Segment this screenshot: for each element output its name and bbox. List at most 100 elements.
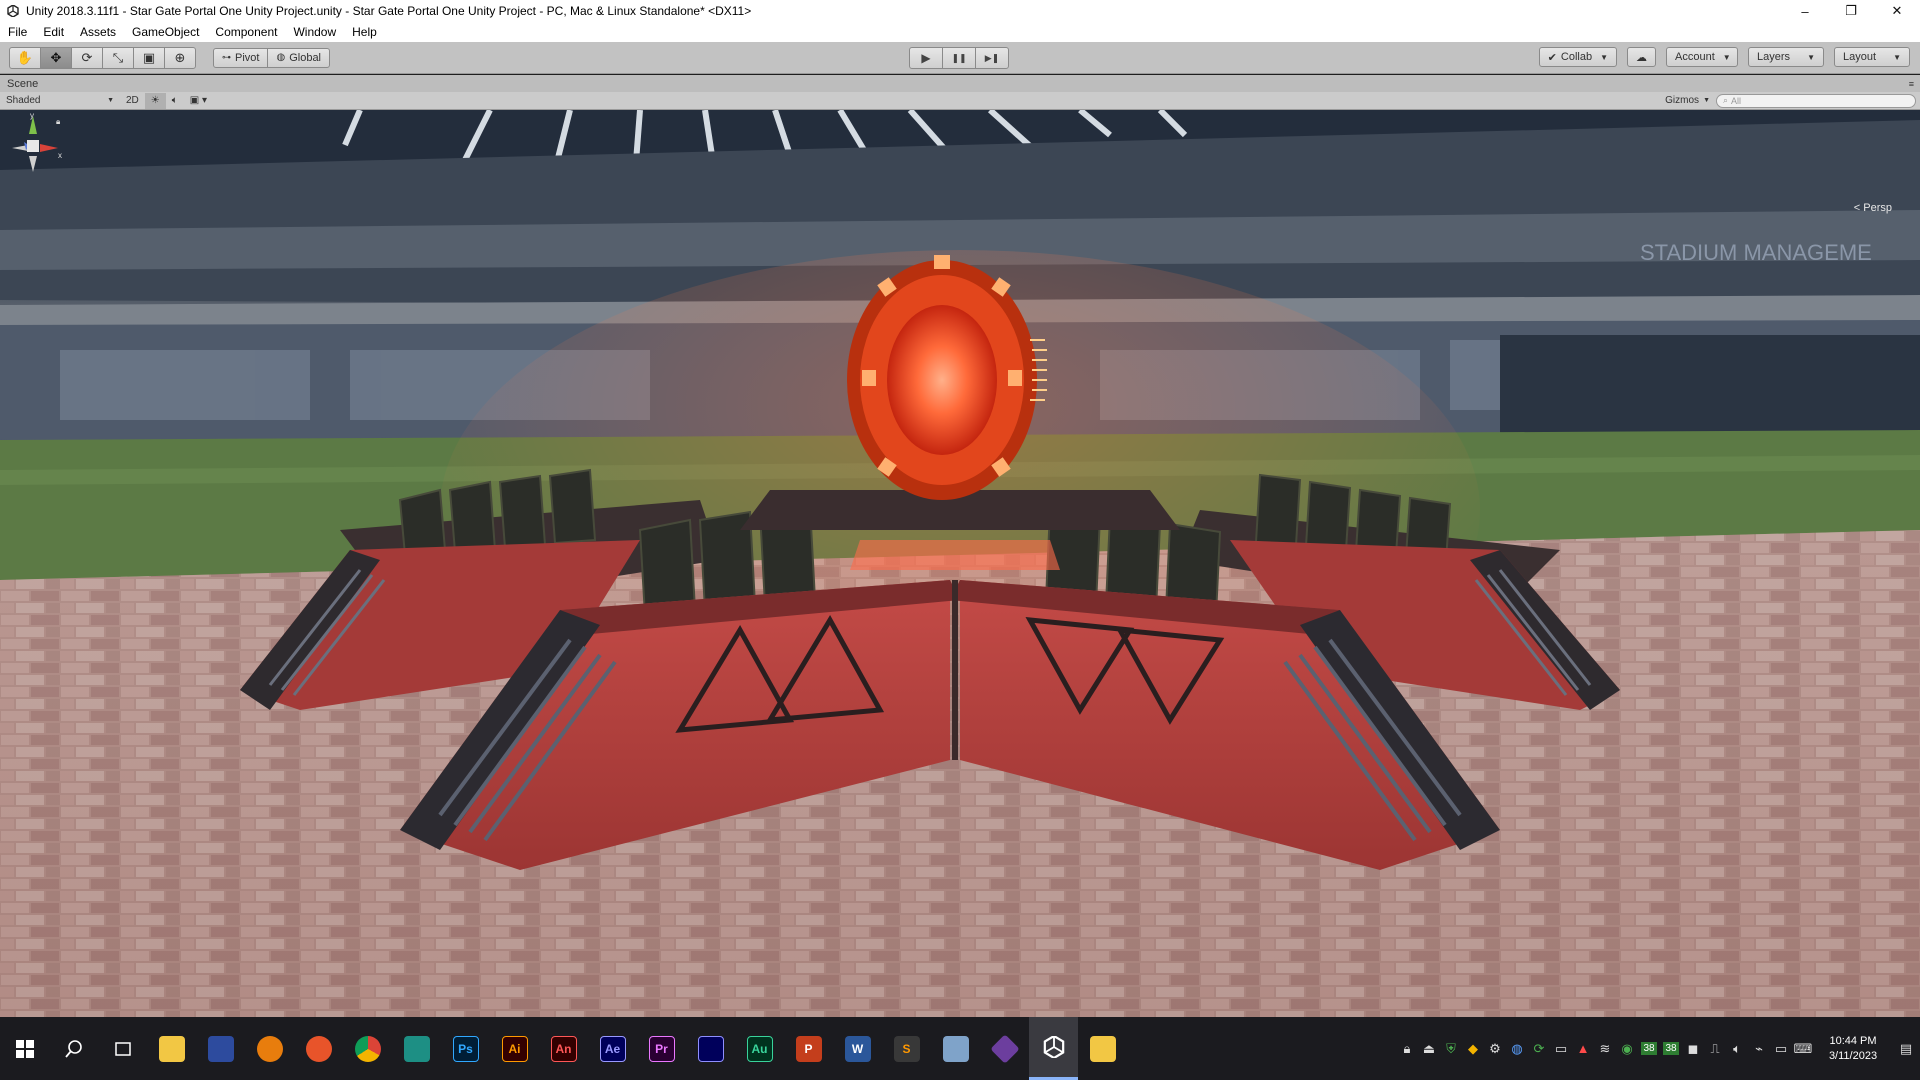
collab-dropdown[interactable]: ✔ Collab ▼ [1538,47,1617,67]
menu-component[interactable]: Component [207,22,285,42]
tray-globe-icon[interactable]: ◍ [1506,1017,1528,1080]
windows-taskbar: Ps Ai An Ae Pr Au P W S 🔒︎ ⏏ ⛨ ◆ ⚙ ◍ ⟳ ▭… [0,1017,1920,1080]
scale-tool-icon[interactable]: ⤡ [102,46,134,69]
taskbar-app-15[interactable]: S [882,1017,931,1080]
tray-shield-icon[interactable]: ⛨ [1440,1017,1462,1080]
rect-tool-icon[interactable]: ▣ [133,46,165,69]
pivot-icon: ⊶ [222,52,231,62]
tray-display-icon[interactable]: ▭ [1550,1017,1572,1080]
tray-usb-drive-icon[interactable]: ⎍ [1704,1017,1726,1080]
hand-tool-icon[interactable]: ✋ [9,46,41,69]
menu-edit[interactable]: Edit [35,22,72,42]
taskbar-app-6[interactable]: Ps [441,1017,490,1080]
layout-dropdown[interactable]: Layout ▼ [1834,47,1910,67]
notification-center-icon[interactable]: ▤ [1892,1017,1920,1080]
play-controls: ▶ ❚❚ ▶❚ [909,47,1009,69]
pivot-button[interactable]: ⊶ Pivot [213,47,269,68]
tray-chat-icon[interactable]: ◼ [1682,1017,1704,1080]
minimize-button[interactable]: – [1782,0,1828,22]
shading-mode-label: Shaded [6,95,41,106]
tray-update-icon[interactable]: ◉ [1616,1017,1638,1080]
rotate-tool-icon[interactable]: ⟳ [71,46,103,69]
taskbar-clock[interactable]: 10:44 PM 3/11/2023 [1814,1034,1892,1064]
tray-lock-icon[interactable]: 🔒︎ [1396,1017,1418,1080]
taskbar-app-8[interactable]: An [539,1017,588,1080]
menu-assets[interactable]: Assets [72,22,124,42]
start-button[interactable] [0,1017,49,1080]
photoshop-icon: Ps [452,1035,479,1062]
tray-volume-icon[interactable]: 🔈︎ [1726,1017,1748,1080]
tray-network-icon[interactable]: ⚙ [1484,1017,1506,1080]
search-button[interactable] [49,1017,98,1080]
taskbar-app-9[interactable]: Ae [588,1017,637,1080]
taskbar-app-13[interactable]: P [784,1017,833,1080]
tray-adobe-icon[interactable]: ▲ [1572,1017,1594,1080]
winrar-icon [989,1033,1020,1064]
clock-time: 10:44 PM [1829,1034,1877,1047]
scene-orientation-gizmo[interactable]: y x 🔒︎ [0,110,66,190]
taskbar-app-10[interactable]: Pr [637,1017,686,1080]
taskbar-app-0[interactable] [147,1017,196,1080]
tray-battery-icon[interactable]: ▭ [1770,1017,1792,1080]
tray-usb-icon[interactable]: ⏏ [1418,1017,1440,1080]
toggle-2d-button[interactable]: 2D [120,93,145,109]
camera-projection-label[interactable]: < Persp [1854,202,1892,214]
tab-scene[interactable]: Scene [0,78,38,90]
step-button[interactable]: ▶❚ [975,47,1009,69]
checkmark-icon: ✔ [1547,51,1557,64]
tray-app-icon[interactable]: ◆ [1462,1017,1484,1080]
tray-wifi-icon[interactable]: ≋ [1594,1017,1616,1080]
tray-sync-icon[interactable]: ⟳ [1528,1017,1550,1080]
transform-tool-icon[interactable]: ⊕ [164,46,196,69]
firefox-icon [305,1035,332,1062]
close-button[interactable]: ✕ [1874,0,1920,22]
menu-file[interactable]: File [0,22,35,42]
tray-badge-1[interactable]: 38 [1638,1017,1660,1080]
taskbar-app-4[interactable] [343,1017,392,1080]
account-dropdown[interactable]: Account ▼ [1666,47,1738,67]
cloud-button[interactable]: ☁ [1627,47,1656,67]
shading-mode-dropdown[interactable]: Shaded ▼ [0,93,120,109]
taskbar-app-19[interactable] [1078,1017,1127,1080]
pause-button[interactable]: ❚❚ [942,47,976,69]
restore-button[interactable]: ❐ [1828,0,1874,22]
powerpoint-icon: P [795,1035,822,1062]
app-icon [403,1035,430,1062]
pivot-toggles: ⊶ Pivot ◍ Global [213,47,330,68]
tray-mic-icon[interactable]: ⌁ [1748,1017,1770,1080]
menu-window[interactable]: Window [285,22,344,42]
taskbar-app-3[interactable] [294,1017,343,1080]
app-launcher-icon [207,1035,234,1062]
task-view-button[interactable] [98,1017,147,1080]
taskbar-app-11[interactable] [686,1017,735,1080]
taskbar-app-12[interactable]: Au [735,1017,784,1080]
move-tool-icon[interactable]: ✥ [40,46,72,69]
taskbar-app-17[interactable] [980,1017,1029,1080]
search-icon: ⌕ [1723,95,1729,105]
tab-menu-icon[interactable]: ≡ [1909,79,1914,89]
global-button[interactable]: ◍ Global [267,47,330,68]
taskbar-app-5[interactable] [392,1017,441,1080]
taskbar-app-18[interactable] [1029,1017,1078,1080]
lighting-toggle-icon[interactable]: ☀ [144,92,166,109]
tray-badge-2[interactable]: 38 [1660,1017,1682,1080]
taskbar-app-1[interactable] [196,1017,245,1080]
effects-toggle-icon[interactable]: ▣ ▾ [184,93,213,109]
layers-dropdown[interactable]: Layers ▼ [1748,47,1824,67]
layout-label: Layout [1843,51,1877,63]
taskbar-app-16[interactable] [931,1017,980,1080]
taskbar-app-7[interactable]: Ai [490,1017,539,1080]
scene-bar-right: Gizmos ▼ ⌕ All [1659,93,1916,109]
layers-label: Layers [1757,51,1791,63]
audio-toggle-icon[interactable]: 🔈︎ [166,93,184,109]
taskbar-app-2[interactable] [245,1017,294,1080]
window-title-bar: Unity 2018.3.11f1 - Star Gate Portal One… [0,0,1920,22]
tray-keyboard-icon[interactable]: ⌨ [1792,1017,1814,1080]
menu-help[interactable]: Help [344,22,385,42]
play-button[interactable]: ▶ [909,47,943,69]
scene-search-input[interactable]: ⌕ All [1716,93,1916,108]
taskbar-app-14[interactable]: W [833,1017,882,1080]
scene-viewport[interactable]: STADIUM MANAGEME y x 🔒︎ < Persp [0,110,1920,1017]
gizmos-dropdown[interactable]: Gizmos ▼ [1659,93,1716,109]
menu-gameobject[interactable]: GameObject [124,22,207,42]
